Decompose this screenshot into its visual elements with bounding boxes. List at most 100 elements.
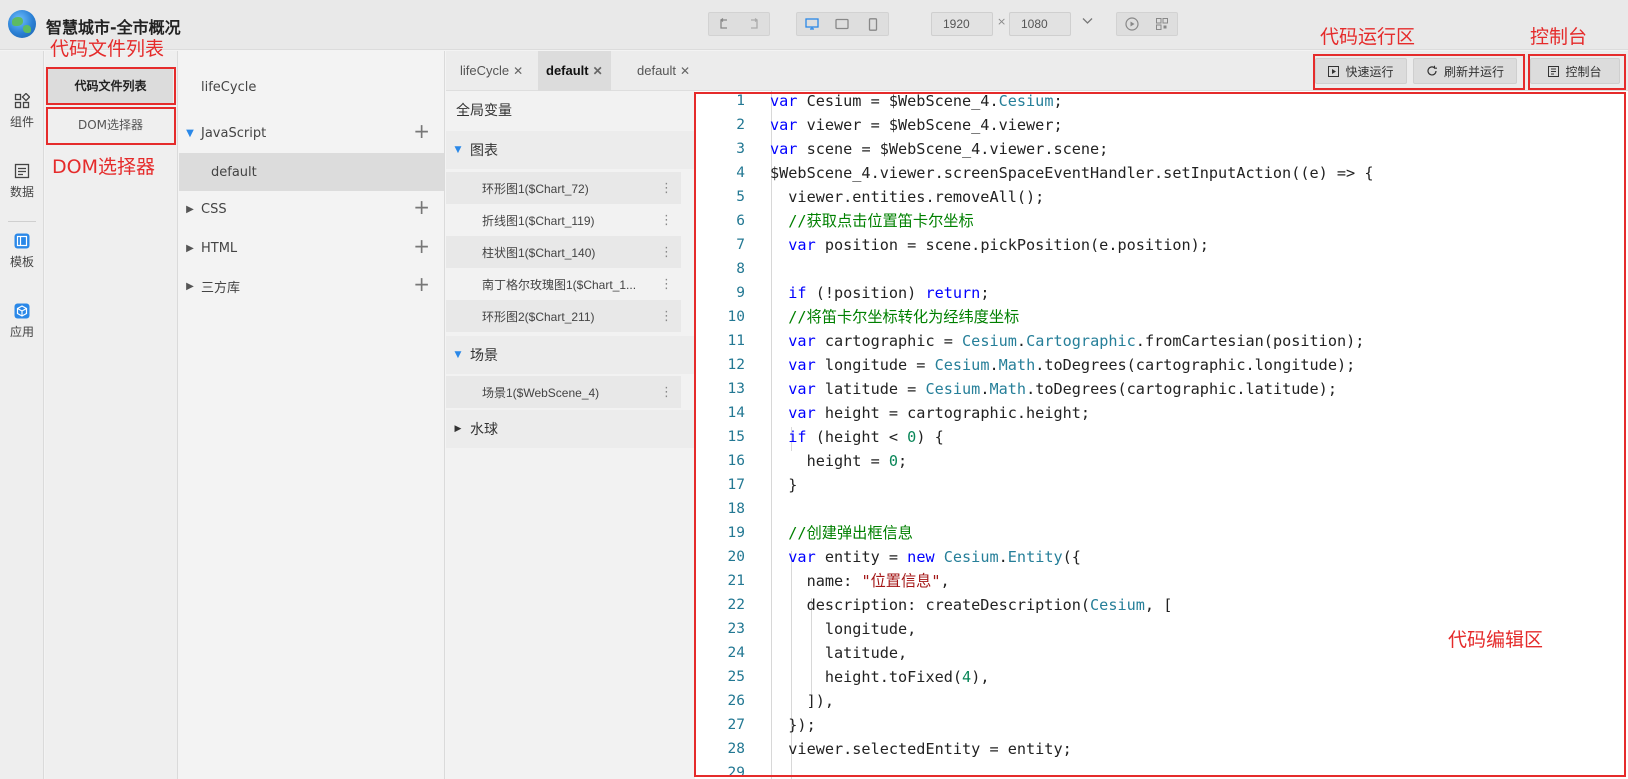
console-button[interactable]: 控制台 xyxy=(1530,58,1620,84)
more-icon[interactable]: ⋮ xyxy=(660,308,673,324)
code-line[interactable]: if (!position) return; xyxy=(770,281,989,305)
rail-item-components[interactable]: 组件 xyxy=(0,93,44,130)
variable-item[interactable]: 折线图1($Chart_119) ⋮ xyxy=(446,204,681,236)
line-number: 7 xyxy=(736,237,745,253)
code-line[interactable]: var entity = new Cesium.Entity({ xyxy=(770,545,1081,569)
add-css-icon[interactable]: + xyxy=(413,195,430,219)
code-line[interactable]: var Cesium = $WebScene_4.Cesium; xyxy=(770,91,1063,113)
variable-item[interactable]: 环形图1($Chart_72) ⋮ xyxy=(446,172,681,204)
dom-selector-button[interactable]: DOM选择器 xyxy=(48,107,173,143)
code-token: var xyxy=(770,332,825,350)
tab-default-active[interactable]: default ✕ xyxy=(538,51,611,91)
editor-toolbar: 快速运行 刷新并运行 控制台 xyxy=(695,51,1628,91)
code-token: . xyxy=(998,548,1008,566)
redo-icon[interactable] xyxy=(741,13,767,35)
line-number: 2 xyxy=(736,117,745,133)
tablet-icon[interactable] xyxy=(829,13,855,35)
quick-run-button[interactable]: 快速运行 xyxy=(1315,58,1407,84)
tree-group-html[interactable]: ▶ HTML + xyxy=(179,230,444,266)
code-token: }); xyxy=(770,716,816,734)
code-line[interactable]: var cartographic = Cesium.Cartographic.f… xyxy=(770,329,1364,353)
close-icon[interactable]: ✕ xyxy=(680,64,690,78)
rail-item-app[interactable]: 应用 xyxy=(0,303,44,340)
code-line[interactable]: }); xyxy=(770,713,816,737)
code-line[interactable]: if (height < 0) { xyxy=(770,425,943,449)
code-line[interactable]: //创建弹出框信息 xyxy=(770,521,913,545)
tree-label: CSS xyxy=(201,201,227,217)
tree-group-javascript[interactable]: ▼ JavaScript + xyxy=(179,115,444,151)
variable-item[interactable]: 场景1($WebScene_4) ⋮ xyxy=(446,376,681,408)
code-line[interactable]: latitude, xyxy=(770,641,907,665)
code-line[interactable]: var scene = $WebScene_4.viewer.scene; xyxy=(770,137,1108,161)
variable-item[interactable]: 南丁格尔玫瑰图1($Chart_1... ⋮ xyxy=(446,268,681,300)
code-token: Cesium xyxy=(1090,596,1145,614)
code-editor[interactable]: 1 var Cesium = $WebScene_4.Cesium; 2 var vi… xyxy=(695,91,1628,779)
group-water-ball[interactable]: ▶ 水球 xyxy=(446,410,695,448)
canvas-height-input[interactable]: 1080 xyxy=(1009,12,1071,36)
code-line[interactable]: //获取点击位置笛卡尔坐标 xyxy=(770,209,973,233)
code-token: viewer.selectedEntity = entity; xyxy=(770,740,1072,758)
code-token: if xyxy=(770,428,816,446)
refresh-run-button[interactable]: 刷新并运行 xyxy=(1413,58,1517,84)
add-lib-icon[interactable]: + xyxy=(413,272,430,296)
code-token: . xyxy=(1016,332,1027,350)
tree-group-third-party[interactable]: ▶ 三方库 + xyxy=(179,268,444,304)
code-line[interactable]: height = 0; xyxy=(770,449,908,473)
desktop-icon[interactable] xyxy=(799,13,825,35)
play-icon[interactable] xyxy=(1119,13,1145,35)
line-number: 11 xyxy=(727,333,745,349)
code-token: 4 xyxy=(962,668,972,686)
code-token: var xyxy=(770,548,825,566)
more-icon[interactable]: ⋮ xyxy=(660,212,673,228)
group-charts[interactable]: ▼ 图表 xyxy=(446,131,695,169)
line-number: 13 xyxy=(727,381,745,397)
code-line[interactable]: height.toFixed(4), xyxy=(770,665,990,689)
variable-label: 环形图1($Chart_72) xyxy=(482,181,589,196)
canvas-width-input[interactable]: 1920 xyxy=(931,12,993,36)
code-line[interactable]: //将笛卡尔坐标转化为经纬度坐标 xyxy=(770,305,1019,329)
group-scenes[interactable]: ▼ 场景 xyxy=(446,336,695,374)
code-line[interactable]: name: "位置信息", xyxy=(770,569,950,593)
code-line[interactable]: } xyxy=(770,473,797,497)
code-line[interactable]: description: createDescription(Cesium, [ xyxy=(770,593,1173,617)
more-icon[interactable]: ⋮ xyxy=(660,384,673,400)
code-line[interactable]: var position = scene.pickPosition(e.posi… xyxy=(770,233,1209,257)
code-line[interactable]: ]), xyxy=(770,689,834,713)
tree-item-lifecycle[interactable]: lifeCycle xyxy=(179,69,444,105)
rail-item-template[interactable]: 模板 xyxy=(0,233,44,270)
more-icon[interactable]: ⋮ xyxy=(660,180,673,196)
code-token: (!position) xyxy=(815,284,926,302)
close-icon[interactable]: ✕ xyxy=(593,64,603,78)
code-line[interactable]: var viewer = $WebScene_4.viewer; xyxy=(770,113,1063,137)
code-line[interactable]: viewer.entities.removeAll(); xyxy=(770,185,1044,209)
code-line[interactable]: longitude, xyxy=(770,617,916,641)
variable-label: 场景1($WebScene_4) xyxy=(482,385,600,400)
tree-item-default[interactable]: default xyxy=(179,153,444,191)
more-icon[interactable]: ⋮ xyxy=(660,244,673,260)
qrcode-icon[interactable] xyxy=(1149,13,1175,35)
code-token: , [ xyxy=(1144,596,1173,614)
tab-lifecycle[interactable]: lifeCycle ✕ xyxy=(452,51,531,91)
code-file-list-button[interactable]: 代码文件列表 xyxy=(48,68,173,104)
undo-icon[interactable] xyxy=(711,13,737,35)
add-js-icon[interactable]: + xyxy=(413,119,430,143)
code-token: ), xyxy=(971,668,990,686)
variable-item[interactable]: 环形图2($Chart_211) ⋮ xyxy=(446,300,681,332)
tree-group-css[interactable]: ▶ CSS + xyxy=(179,191,444,227)
mobile-icon[interactable] xyxy=(860,13,886,35)
button-label: 快速运行 xyxy=(1345,64,1394,79)
code-line[interactable]: var latitude = Cesium.Math.toDegrees(car… xyxy=(770,377,1337,401)
rail-item-data[interactable]: 数据 xyxy=(0,163,44,200)
code-line[interactable]: $WebScene_4.viewer.screenSpaceEventHandl… xyxy=(770,161,1373,185)
code-line[interactable]: viewer.selectedEntity = entity; xyxy=(770,737,1072,761)
add-html-icon[interactable]: + xyxy=(413,234,430,258)
chevron-down-icon[interactable] xyxy=(1082,14,1093,28)
close-icon[interactable]: ✕ xyxy=(513,64,523,78)
code-token: Entity xyxy=(1007,548,1063,566)
more-icon[interactable]: ⋮ xyxy=(660,276,673,292)
code-line[interactable]: var longitude = Cesium.Math.toDegrees(ca… xyxy=(770,353,1355,377)
tab-default[interactable]: default ✕ xyxy=(629,51,698,91)
variable-item[interactable]: 柱状图1($Chart_140) ⋮ xyxy=(446,236,681,268)
line-number: 25 xyxy=(727,669,745,685)
code-line[interactable]: var height = cartographic.height; xyxy=(770,401,1090,425)
